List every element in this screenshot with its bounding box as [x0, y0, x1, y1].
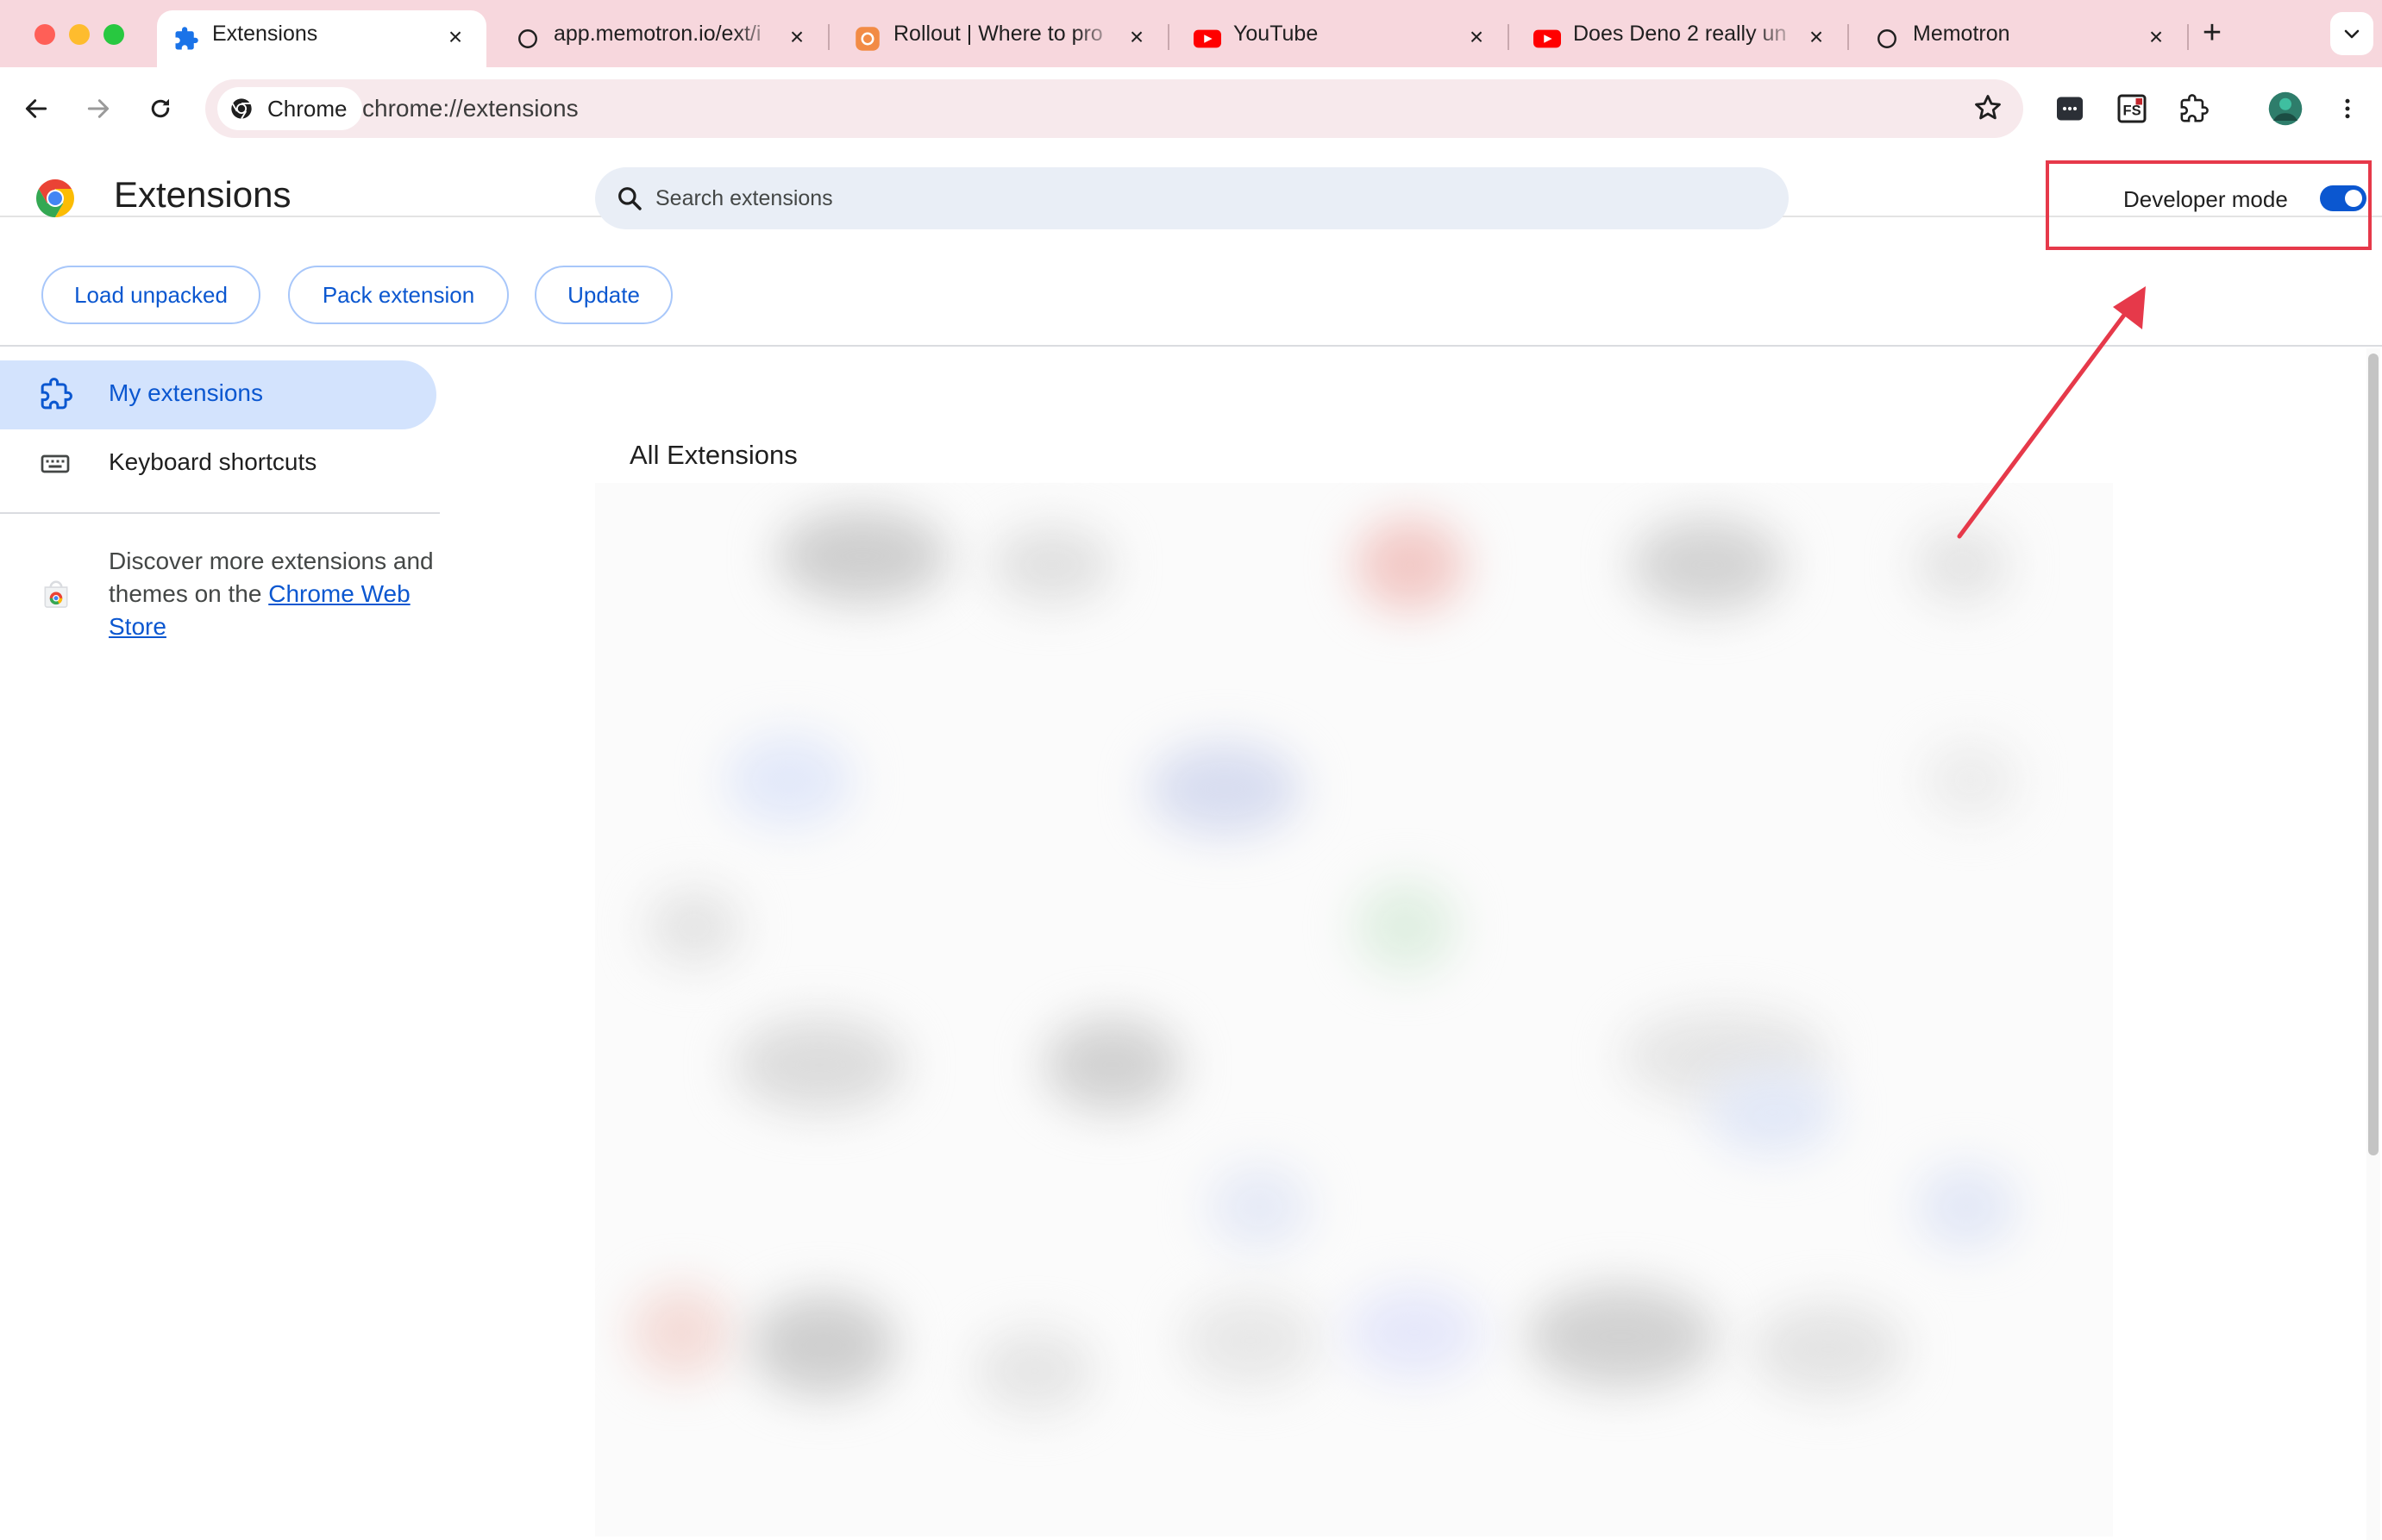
tab-separator — [1168, 24, 1169, 50]
tab-separator — [2187, 24, 2189, 50]
globe-icon — [1873, 25, 1901, 53]
chrome-logo-icon — [231, 98, 252, 120]
update-button[interactable]: Update — [535, 266, 673, 324]
sidebar-divider — [0, 512, 440, 514]
svg-text:FS: FS — [2123, 103, 2141, 119]
sidebar-item-my-extensions[interactable]: My extensions — [0, 360, 436, 429]
section-title: All Extensions — [630, 440, 798, 470]
tab-separator — [1847, 24, 1849, 50]
youtube-icon — [1194, 25, 1221, 53]
reload-button[interactable] — [138, 86, 183, 131]
tab-title: Does Deno 2 really un — [1573, 22, 1787, 46]
annotation-highlight-box — [2046, 160, 2372, 250]
tab-memotron[interactable]: Memotron × — [1858, 10, 2185, 67]
site-info-chip[interactable]: Chrome — [217, 87, 363, 130]
memotron-ext-icon[interactable] — [2047, 86, 2092, 131]
page-title: Extensions — [114, 174, 291, 215]
chrome-logo-icon — [36, 179, 74, 217]
extensions-list-blurred — [595, 483, 2113, 1537]
tab-title: Rollout | Where to pro — [893, 22, 1103, 46]
chevron-down-icon — [2344, 29, 2360, 39]
sidebar-item-keyboard-shortcuts[interactable]: Keyboard shortcuts — [0, 429, 436, 498]
search-input[interactable] — [655, 167, 1759, 229]
tab-separator — [828, 24, 830, 50]
minimize-window-button[interactable] — [69, 24, 90, 45]
puzzle-icon — [172, 25, 200, 53]
globe-icon — [514, 25, 542, 53]
scrollbar-thumb[interactable] — [2368, 354, 2379, 1155]
tab-title: app.memotron.io/ext/i — [554, 22, 762, 46]
tab-search-button[interactable] — [2330, 12, 2373, 55]
browser-toolbar: Chrome chrome://extensions FS — [0, 67, 2382, 217]
keyboard-icon — [41, 454, 70, 473]
back-button[interactable] — [14, 86, 59, 131]
search-bar[interactable] — [595, 167, 1789, 229]
close-tab-icon[interactable]: × — [442, 23, 469, 51]
close-tab-icon[interactable]: × — [2142, 23, 2170, 51]
tab-title: Memotron — [1913, 22, 2010, 46]
pack-extension-button[interactable]: Pack extension — [288, 266, 509, 324]
web-store-icon — [44, 580, 68, 608]
search-icon — [618, 187, 642, 210]
close-window-button[interactable] — [34, 24, 55, 45]
sidebar-item-label: Keyboard shortcuts — [109, 448, 317, 475]
fs-ext-icon[interactable]: FS — [2109, 86, 2154, 131]
forward-button[interactable] — [76, 86, 121, 131]
new-tab-button[interactable]: + — [2196, 16, 2228, 50]
tab-title: YouTube — [1233, 22, 1319, 46]
url-text[interactable]: chrome://extensions — [362, 95, 579, 122]
close-tab-icon[interactable]: × — [1802, 23, 1830, 51]
arrow-left-icon — [25, 99, 47, 118]
bookmark-star-icon[interactable] — [1971, 91, 2004, 124]
youtube-icon — [1533, 25, 1561, 53]
rollout-icon — [854, 25, 881, 53]
tab-rollout[interactable]: Rollout | Where to pro × — [838, 10, 1166, 67]
tab-title: Extensions — [212, 22, 318, 46]
more-menu-button[interactable] — [2325, 86, 2370, 131]
tab-youtube[interactable]: YouTube × — [1178, 10, 1506, 67]
load-unpacked-button[interactable]: Load unpacked — [41, 266, 260, 324]
arrow-right-icon — [87, 99, 110, 118]
close-tab-icon[interactable]: × — [1463, 23, 1490, 51]
kebab-menu-icon — [2345, 98, 2350, 119]
zoom-window-button[interactable] — [103, 24, 124, 45]
chip-label: Chrome — [267, 96, 348, 122]
address-bar[interactable]: Chrome chrome://extensions — [205, 79, 2023, 138]
tab-deno-video[interactable]: Does Deno 2 really un × — [1518, 10, 1846, 67]
tab-separator — [1508, 24, 1509, 50]
puzzle-icon — [41, 378, 72, 410]
annotation-arrow — [1957, 286, 2146, 539]
reload-icon — [151, 98, 170, 118]
profile-avatar[interactable] — [2263, 86, 2308, 131]
extensions-puzzle-icon[interactable] — [2172, 86, 2216, 131]
close-tab-icon[interactable]: × — [783, 23, 811, 51]
tab-strip: Extensions × app.memotron.io/ext/i × Rol… — [0, 0, 2382, 67]
discover-text: Discover more extensions and themes on t… — [109, 545, 454, 643]
tab-memotron-ext[interactable]: app.memotron.io/ext/i × — [498, 10, 826, 67]
sidebar-item-label: My extensions — [109, 379, 263, 406]
close-tab-icon[interactable]: × — [1123, 23, 1150, 51]
tab-extensions[interactable]: Extensions × — [157, 10, 486, 67]
